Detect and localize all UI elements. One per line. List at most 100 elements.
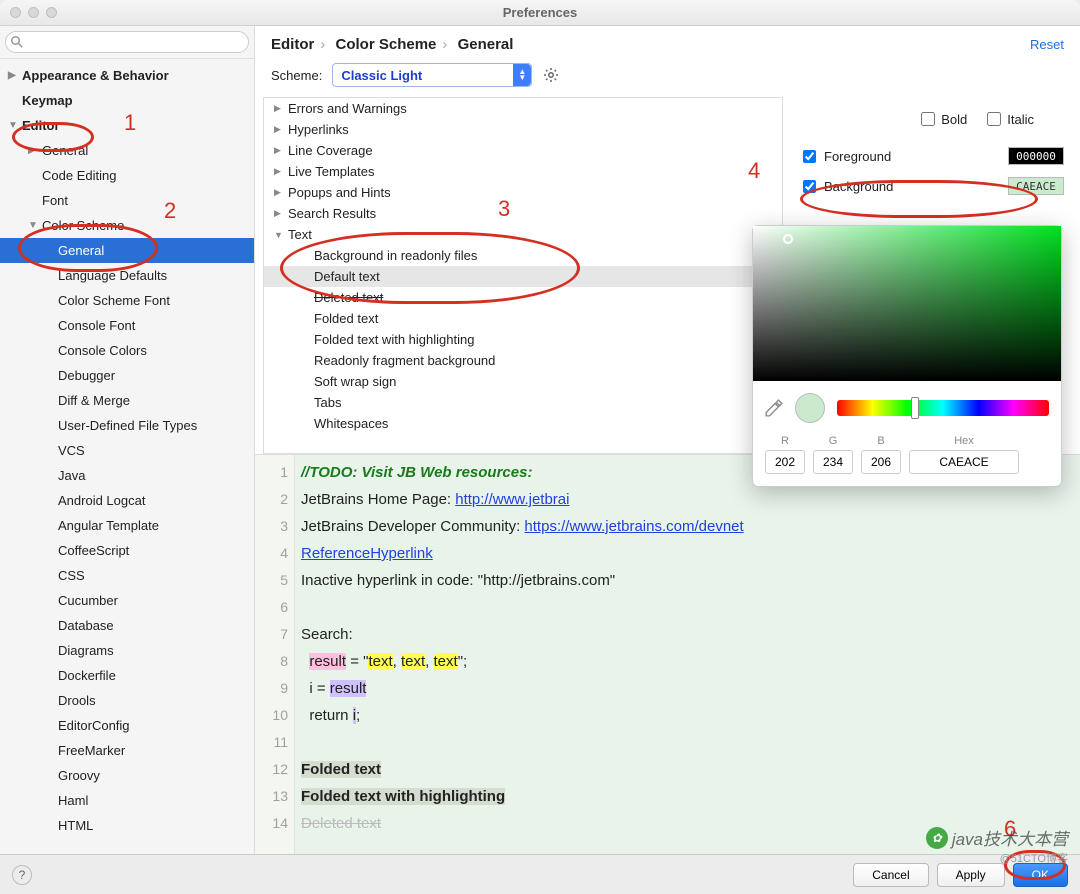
- eyedropper-icon[interactable]: [765, 399, 783, 417]
- sidebar-item[interactable]: Debugger: [0, 363, 254, 388]
- sidebar-item[interactable]: Drools: [0, 688, 254, 713]
- help-button[interactable]: ?: [12, 865, 32, 885]
- annotation-number: 1: [124, 110, 136, 136]
- sidebar-item[interactable]: Code Editing: [0, 163, 254, 188]
- attr-item[interactable]: Folded text with highlighting: [264, 329, 782, 350]
- background-checkbox[interactable]: [803, 180, 816, 193]
- search-field[interactable]: [0, 26, 254, 59]
- settings-tree[interactable]: ▶Appearance & BehaviorKeymap▼Editor▶Gene…: [0, 59, 254, 854]
- sidebar-item[interactable]: ▶General: [0, 138, 254, 163]
- background-swatch[interactable]: CAEACE: [1008, 177, 1064, 195]
- search-icon: [11, 36, 23, 48]
- crumb-general: General: [458, 36, 514, 53]
- attr-item[interactable]: Whitespaces: [264, 413, 782, 434]
- sidebar-item[interactable]: Android Logcat: [0, 488, 254, 513]
- link[interactable]: https://www.jetbrains.com/devnet: [524, 518, 743, 535]
- sidebar-item[interactable]: Dockerfile: [0, 663, 254, 688]
- link[interactable]: ReferenceHyperlink: [301, 545, 433, 562]
- color-picker-popup[interactable]: R G B Hex: [752, 225, 1062, 487]
- watermark-sub: @51CTO博客: [1000, 850, 1068, 866]
- sidebar-item[interactable]: Java: [0, 463, 254, 488]
- hue-slider[interactable]: [837, 400, 1049, 416]
- attr-item[interactable]: Soft wrap sign: [264, 371, 782, 392]
- r-input[interactable]: [765, 450, 805, 474]
- ok-button[interactable]: OK: [1013, 863, 1068, 887]
- sidebar-item[interactable]: Cucumber: [0, 588, 254, 613]
- code-area[interactable]: //TODO: Visit JB Web resources: JetBrain…: [295, 455, 1080, 854]
- sidebar-item[interactable]: Groovy: [0, 763, 254, 788]
- attr-item[interactable]: ▶Live Templates: [264, 161, 782, 182]
- attr-item[interactable]: ▶Popups and Hints: [264, 182, 782, 203]
- sidebar: ▶Appearance & BehaviorKeymap▼Editor▶Gene…: [0, 26, 255, 854]
- sidebar-item[interactable]: Haml: [0, 788, 254, 813]
- annotation-number: 2: [164, 198, 176, 224]
- g-input[interactable]: [813, 450, 853, 474]
- sidebar-item[interactable]: Console Font: [0, 313, 254, 338]
- sidebar-item[interactable]: ▼Color Scheme: [0, 213, 254, 238]
- sidebar-item[interactable]: EditorConfig: [0, 713, 254, 738]
- attr-item[interactable]: Tabs: [264, 392, 782, 413]
- search-input[interactable]: [5, 31, 249, 53]
- sidebar-item[interactable]: Font: [0, 188, 254, 213]
- wechat-icon: ✿: [926, 827, 948, 849]
- attr-item[interactable]: Background in readonly files: [264, 245, 782, 266]
- foreground-swatch[interactable]: 000000: [1008, 147, 1064, 165]
- scheme-label: Scheme:: [271, 68, 322, 83]
- sv-field[interactable]: [753, 226, 1061, 381]
- attr-item[interactable]: ▶Hyperlinks: [264, 119, 782, 140]
- bold-checkbox[interactable]: Bold: [921, 105, 967, 133]
- watermark: ✿java技术大本营: [926, 825, 1068, 850]
- sidebar-item[interactable]: Diagrams: [0, 638, 254, 663]
- crumb-editor[interactable]: Editor: [271, 36, 314, 53]
- hue-thumb[interactable]: [911, 397, 919, 419]
- sidebar-item[interactable]: VCS: [0, 438, 254, 463]
- window-controls[interactable]: [10, 7, 57, 18]
- italic-checkbox[interactable]: Italic: [987, 105, 1034, 133]
- gutter: 1234567891011121314: [255, 455, 295, 854]
- b-input[interactable]: [861, 450, 901, 474]
- sidebar-item[interactable]: CoffeeScript: [0, 538, 254, 563]
- sidebar-item[interactable]: Angular Template: [0, 513, 254, 538]
- attr-item[interactable]: Deleted text: [264, 287, 782, 308]
- foreground-label: Foreground: [824, 149, 891, 164]
- sidebar-item[interactable]: HTML: [0, 813, 254, 838]
- sidebar-item[interactable]: ▶Appearance & Behavior: [0, 63, 254, 88]
- attr-item[interactable]: Default text: [264, 266, 782, 287]
- scheme-select[interactable]: Classic Light ▲▼: [332, 63, 532, 87]
- sidebar-item[interactable]: Color Scheme Font: [0, 288, 254, 313]
- attr-item[interactable]: Readonly fragment background: [264, 350, 782, 371]
- attr-item[interactable]: ▼Text: [264, 224, 782, 245]
- attributes-tree[interactable]: ▶Errors and Warnings▶Hyperlinks▶Line Cov…: [263, 97, 783, 454]
- annotation-number: 3: [498, 196, 510, 222]
- current-color-swatch: [795, 393, 825, 423]
- hex-input[interactable]: [909, 450, 1019, 474]
- window-title: Preferences: [503, 5, 577, 20]
- attr-item[interactable]: Folded text: [264, 308, 782, 329]
- dialog-footer: ? Cancel Apply OK: [0, 854, 1080, 894]
- sidebar-item[interactable]: General: [0, 238, 254, 263]
- breadcrumb: Editor› Color Scheme› General Reset: [255, 26, 1080, 63]
- sv-cursor[interactable]: [783, 234, 793, 244]
- gear-icon[interactable]: [542, 66, 560, 84]
- code-preview: 1234567891011121314 //TODO: Visit JB Web…: [255, 454, 1080, 854]
- titlebar: Preferences: [0, 0, 1080, 26]
- sidebar-item[interactable]: Diff & Merge: [0, 388, 254, 413]
- attr-item[interactable]: ▶Search Results: [264, 203, 782, 224]
- cancel-button[interactable]: Cancel: [853, 863, 928, 887]
- crumb-color-scheme[interactable]: Color Scheme: [336, 36, 437, 53]
- sidebar-item[interactable]: FreeMarker: [0, 738, 254, 763]
- link[interactable]: http://www.jetbrai: [455, 491, 569, 508]
- attr-item[interactable]: ▶Line Coverage: [264, 140, 782, 161]
- annotation-number: 4: [748, 158, 760, 184]
- sidebar-item[interactable]: Database: [0, 613, 254, 638]
- sidebar-item[interactable]: Console Colors: [0, 338, 254, 363]
- sidebar-item[interactable]: User-Defined File Types: [0, 413, 254, 438]
- dropdown-caret-icon: ▲▼: [513, 64, 531, 86]
- sidebar-item[interactable]: CSS: [0, 563, 254, 588]
- attr-item[interactable]: ▶Errors and Warnings: [264, 98, 782, 119]
- foreground-checkbox[interactable]: [803, 150, 816, 163]
- scheme-value: Classic Light: [341, 68, 422, 83]
- apply-button[interactable]: Apply: [937, 863, 1005, 887]
- reset-link[interactable]: Reset: [1030, 37, 1064, 52]
- sidebar-item[interactable]: Language Defaults: [0, 263, 254, 288]
